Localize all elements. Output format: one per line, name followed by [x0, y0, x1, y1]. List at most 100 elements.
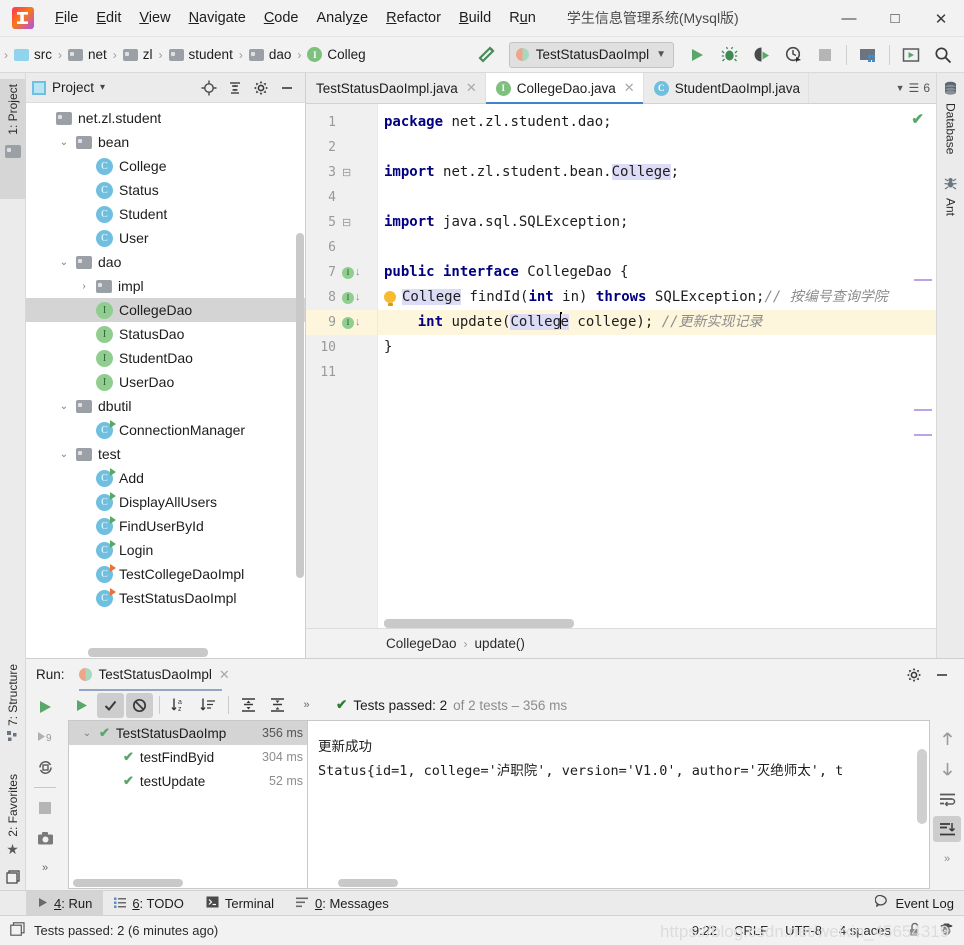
tree-twisty-icon[interactable] [78, 376, 90, 388]
editor-tab-collegedao[interactable]: I CollegeDao.java ✕ [485, 73, 644, 104]
project-tree-item[interactable]: C Status [26, 178, 305, 202]
sidebar-tab-favorites[interactable]: 2: Favorites ★ [6, 774, 20, 858]
editor-gutter-line[interactable]: 1 [306, 110, 377, 135]
code-editor[interactable]: 1 2 3 ⊟ 4 5 ⊟ 6 7 I ↓ 8 I ↓ 9 I ↓ 10 11 package net.zl.stu… [306, 104, 936, 628]
collapse-all-icon[interactable] [223, 76, 247, 100]
breadcrumb-item-student[interactable]: student [165, 45, 237, 64]
stop-icon[interactable] [31, 795, 59, 821]
toolwindow-button-todo[interactable]: 6: TODO [103, 891, 195, 916]
editor-gutter[interactable]: 1 2 3 ⊟ 4 5 ⊟ 6 7 I ↓ 8 I ↓ 9 I ↓ 10 11 [306, 104, 378, 628]
breadcrumb-class[interactable]: CollegeDao [386, 636, 457, 651]
test-tree-item[interactable]: ⌄ ✔ TestStatusDaoImp 356 ms [69, 721, 307, 745]
editor-tabs-overflow[interactable]: ▼ ☰ 6 [896, 73, 936, 103]
editor-code-line[interactable] [378, 135, 936, 160]
hide-panel-icon[interactable] [930, 663, 954, 687]
sidebar-tab-database[interactable]: Database [943, 81, 958, 154]
project-tree-item[interactable]: C FindUserById [26, 514, 305, 538]
run-with-coverage-icon[interactable] [746, 41, 776, 69]
minimize-button[interactable]: — [826, 0, 872, 37]
status-message[interactable]: Tests passed: 2 (6 minutes ago) [34, 923, 218, 938]
tree-twisty-icon[interactable] [78, 592, 90, 604]
project-tree-item[interactable]: ⌄ test [26, 442, 305, 466]
indent-setting[interactable]: 4 spaces [839, 923, 891, 938]
project-tree-item[interactable]: C TestCollegeDaoImpl [26, 562, 305, 586]
project-tree-item[interactable]: C Add [26, 466, 305, 490]
event-log-button[interactable]: Event Log [875, 894, 964, 911]
tree-twisty-icon[interactable] [78, 160, 90, 172]
project-tree-item[interactable]: C Login [26, 538, 305, 562]
settings-gear-icon[interactable] [249, 76, 273, 100]
toolwindow-button-run[interactable]: 4: Run [26, 890, 104, 916]
editor-code-line[interactable]: College findId(int in) throws SQLExcepti… [378, 285, 936, 310]
tree-twisty-icon[interactable] [78, 520, 90, 532]
project-tree-item[interactable]: I CollegeDao [26, 298, 305, 322]
toolwindow-button-terminal[interactable]: Terminal [195, 891, 285, 916]
console-scrollbar[interactable] [917, 749, 927, 824]
close-icon[interactable]: ✕ [219, 667, 230, 683]
sidebar-tab-structure[interactable]: 7: Structure [6, 664, 20, 746]
update-app-icon[interactable] [896, 41, 926, 69]
rerun-failed-tests-icon[interactable]: 9 [31, 724, 59, 750]
project-tree-item[interactable]: C ConnectionManager [26, 418, 305, 442]
run-tab-teststatusdaoimpl[interactable]: TestStatusDaoImpl ✕ [73, 665, 236, 691]
tree-twisty-icon[interactable] [78, 208, 90, 220]
show-ignored-icon[interactable] [126, 692, 153, 718]
inspection-status-icon[interactable]: ✔ [911, 110, 924, 128]
tree-twisty-icon[interactable] [78, 568, 90, 580]
breadcrumb-item-net[interactable]: net [64, 45, 111, 64]
fold-marker-icon[interactable]: ⊟ [342, 216, 351, 229]
tree-twisty-icon[interactable] [78, 496, 90, 508]
maximize-button[interactable]: □ [872, 0, 918, 37]
hector-icon[interactable] [939, 922, 954, 940]
project-tree-item[interactable]: ⌄ dbutil [26, 394, 305, 418]
sort-by-duration-icon[interactable] [195, 693, 222, 718]
test-tree-hscrollbar[interactable] [73, 879, 183, 887]
dump-threads-icon[interactable] [31, 825, 59, 851]
file-encoding[interactable]: UTF-8 [785, 923, 822, 938]
breadcrumb-method[interactable]: update() [475, 636, 525, 651]
editor-code-line[interactable]: import java.sql.SQLException; [378, 210, 936, 235]
console-output[interactable]: 更新成功 Status{id=1, college='泸职院', version=… [308, 720, 930, 889]
chevron-down-icon[interactable]: ▾ [100, 82, 105, 93]
breadcrumb-item-zl[interactable]: zl [119, 45, 157, 64]
build-hammer-icon[interactable] [471, 41, 501, 69]
tree-twisty-icon[interactable] [78, 304, 90, 316]
toggle-auto-test-icon[interactable] [31, 754, 59, 780]
tree-twisty-icon[interactable] [78, 544, 90, 556]
breadcrumb-item-src[interactable]: src [10, 45, 56, 64]
project-tree-scrollbar[interactable] [296, 233, 304, 578]
close-icon[interactable]: ✕ [624, 80, 635, 96]
tree-twisty-icon[interactable] [78, 352, 90, 364]
more-icon[interactable]: » [293, 693, 320, 718]
editor-gutter-line[interactable]: 8 I ↓ [306, 285, 377, 310]
tree-twisty-icon[interactable] [78, 472, 90, 484]
editor-gutter-line[interactable]: 10 [306, 335, 377, 360]
project-tree-item[interactable]: C Student [26, 202, 305, 226]
locate-target-icon[interactable] [197, 76, 221, 100]
project-tree-item[interactable]: C TestStatusDaoImpl [26, 586, 305, 610]
more-icon[interactable]: » [933, 846, 961, 872]
editor-code-line[interactable]: public interface CollegeDao { [378, 260, 936, 285]
tree-twisty-icon[interactable] [105, 775, 117, 787]
project-tree-item[interactable]: ⌄ bean [26, 130, 305, 154]
tree-twisty-icon[interactable]: ⌄ [58, 256, 70, 268]
menu-item-edit[interactable]: Edit [87, 7, 130, 29]
tree-twisty-icon[interactable]: ⌄ [58, 136, 70, 148]
project-tree[interactable]: net.zl.student ⌄ bean C College C Status C Stude… [26, 103, 305, 658]
editor-code-line[interactable] [378, 235, 936, 260]
tree-twisty-icon[interactable]: ⌄ [58, 400, 70, 412]
breadcrumb-item-dao[interactable]: dao [245, 45, 296, 64]
intention-bulb-icon[interactable] [384, 291, 396, 306]
soft-wrap-icon[interactable] [933, 786, 961, 812]
editor-gutter-line[interactable]: 2 [306, 135, 377, 160]
tree-twisty-icon[interactable]: ⌄ [81, 727, 93, 739]
project-tree-item[interactable]: C College [26, 154, 305, 178]
project-tree-item[interactable]: › impl [26, 274, 305, 298]
settings-gear-icon[interactable] [902, 663, 926, 687]
project-structure-icon[interactable] [853, 41, 883, 69]
tree-twisty-icon[interactable] [78, 424, 90, 436]
implemented-marker-icon[interactable]: I [342, 266, 354, 279]
implemented-marker-icon[interactable]: I [342, 291, 354, 304]
search-everywhere-icon[interactable] [928, 41, 958, 69]
tree-twisty-icon[interactable] [78, 184, 90, 196]
